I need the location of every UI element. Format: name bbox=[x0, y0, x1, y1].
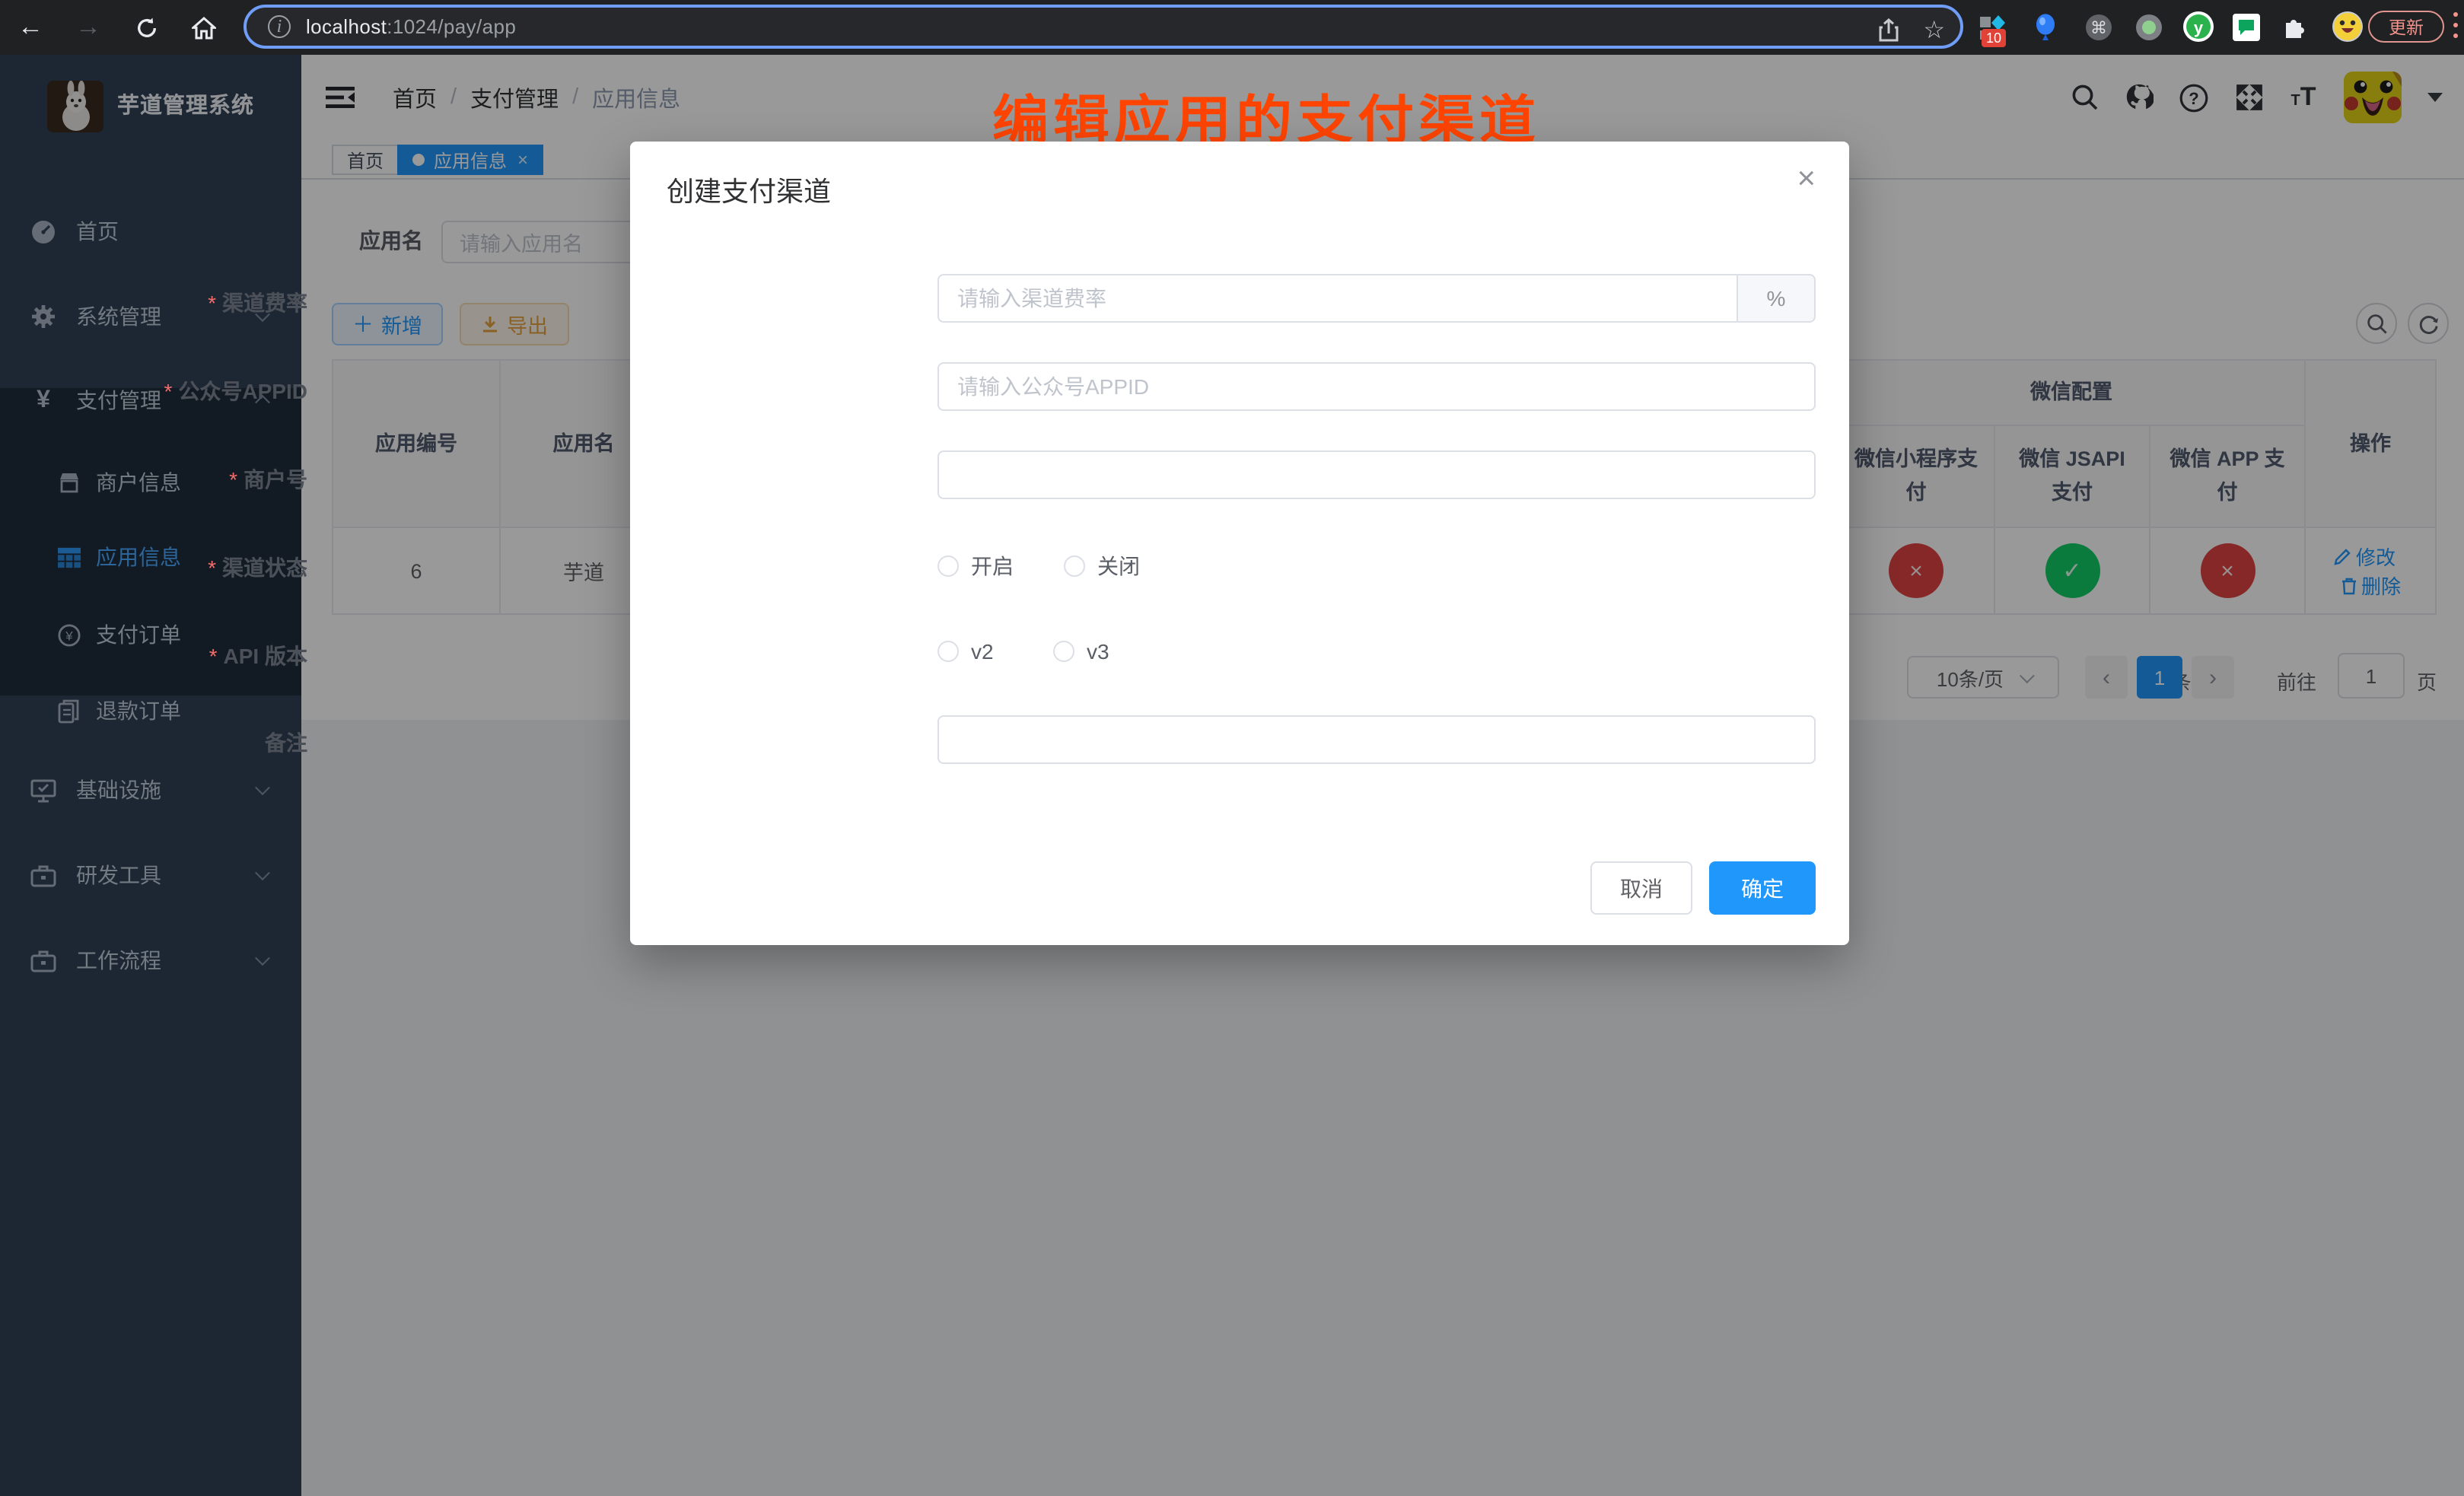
extension-tiles-icon[interactable]: 10 bbox=[1979, 14, 2006, 41]
api-radio-v2[interactable]: v2 bbox=[938, 639, 994, 664]
url-text: localhost:1024/pay/app bbox=[306, 15, 516, 38]
status-radio-closed[interactable]: 关闭 bbox=[1064, 551, 1140, 581]
screen: ← → i localhost:1024/pay/app ☆ 10 bbox=[0, 0, 2464, 1496]
cancel-button[interactable]: 取消 bbox=[1590, 861, 1692, 915]
rate-input[interactable]: 请输入渠道费率 bbox=[938, 274, 1738, 323]
extension-chat-icon[interactable] bbox=[2233, 14, 2260, 41]
appid-input[interactable]: 请输入公众号APPID bbox=[938, 362, 1816, 411]
browser-back-icon[interactable]: ← bbox=[9, 0, 52, 55]
extension-badge: 10 bbox=[1982, 29, 2006, 47]
extension-emoji-icon[interactable] bbox=[2332, 11, 2359, 38]
site-info-icon[interactable]: i bbox=[268, 15, 291, 38]
radio-circle-icon bbox=[1064, 555, 1085, 577]
browser-menu-icon[interactable] bbox=[2453, 12, 2459, 44]
extension-command-icon[interactable]: ⌘ bbox=[2085, 14, 2112, 41]
rate-label: *渠道费率 bbox=[0, 288, 307, 318]
confirm-button[interactable]: 确定 bbox=[1709, 861, 1816, 915]
radio-circle-icon bbox=[938, 641, 959, 662]
dialog-close-icon[interactable]: × bbox=[1797, 163, 1816, 195]
appid-label: *公众号APPID bbox=[0, 376, 307, 406]
share-icon[interactable] bbox=[1877, 18, 1899, 42]
rate-unit: % bbox=[1738, 274, 1816, 323]
mch-input[interactable] bbox=[938, 450, 1816, 499]
dialog-title: 创建支付渠道 bbox=[667, 170, 831, 210]
extension-dot-icon[interactable] bbox=[2135, 14, 2163, 41]
browser-toolbar: ← → i localhost:1024/pay/app ☆ 10 bbox=[0, 0, 2464, 55]
browser-update-button[interactable]: 更新 bbox=[2368, 11, 2444, 43]
extension-y-icon[interactable]: y bbox=[2182, 11, 2210, 38]
browser-reload-icon[interactable] bbox=[125, 0, 167, 55]
radio-circle-icon bbox=[938, 555, 959, 577]
extension-puzzle-icon[interactable] bbox=[2281, 14, 2309, 41]
api-radio-v3[interactable]: v3 bbox=[1053, 639, 1109, 664]
radio-circle-icon bbox=[1053, 641, 1074, 662]
svg-text:⌘: ⌘ bbox=[2090, 18, 2107, 37]
remark-input[interactable] bbox=[938, 715, 1816, 764]
svg-text:y: y bbox=[2194, 18, 2204, 37]
address-bar[interactable]: i localhost:1024/pay/app ☆ bbox=[244, 5, 1963, 49]
status-radio-open[interactable]: 开启 bbox=[938, 551, 1014, 581]
api-label: *API 版本 bbox=[0, 641, 307, 671]
browser-forward-icon[interactable]: → bbox=[67, 0, 110, 55]
remark-label: 备注 bbox=[0, 727, 307, 758]
browser-home-icon[interactable] bbox=[183, 0, 225, 55]
status-label: *渠道状态 bbox=[0, 552, 307, 583]
create-channel-dialog: 创建支付渠道 × *渠道费率 请输入渠道费率 % *公众号APPID 请输入公众… bbox=[630, 142, 1849, 945]
bookmark-star-icon[interactable]: ☆ bbox=[1923, 14, 1945, 45]
extension-balloon-icon[interactable] bbox=[2033, 14, 2061, 41]
mch-label: *商户号 bbox=[0, 464, 307, 495]
